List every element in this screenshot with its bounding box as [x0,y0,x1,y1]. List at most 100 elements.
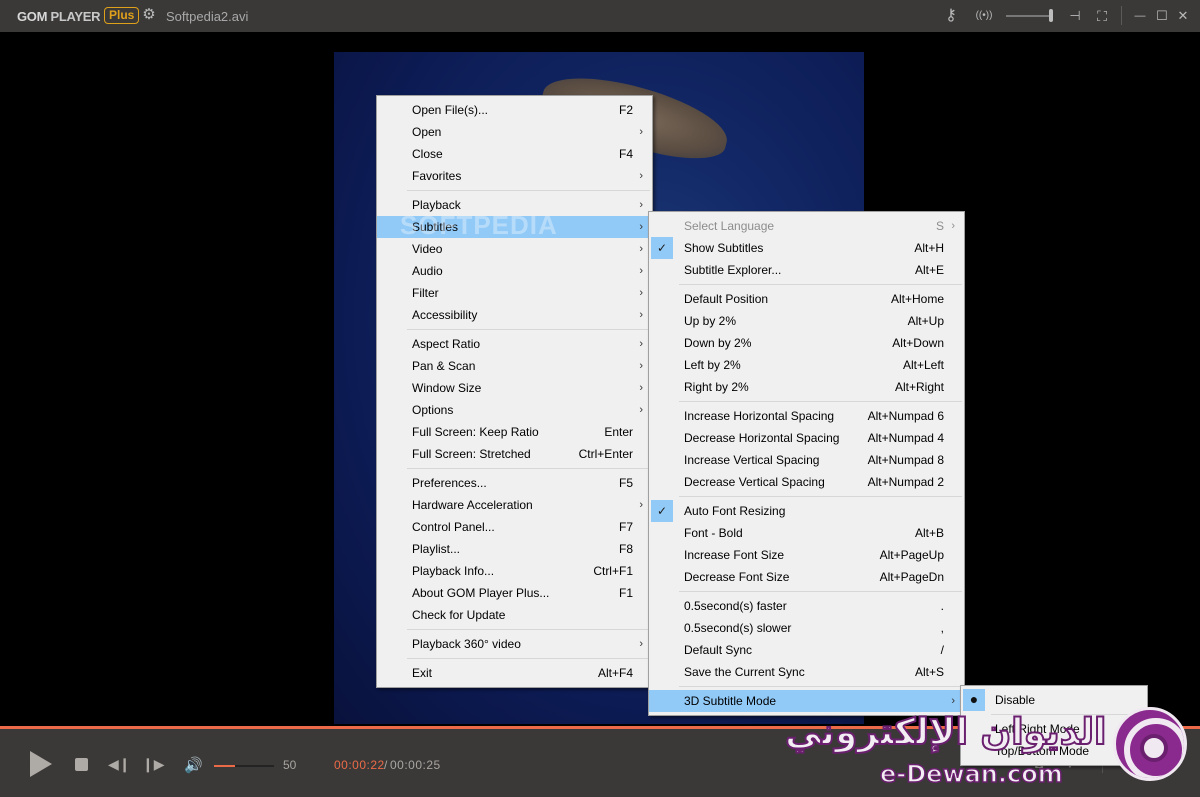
chevron-right-icon: › [639,243,643,255]
app-logo: GOM PLAYER [17,9,101,24]
menu-item-filter[interactable]: Filter › [377,282,652,304]
menu-item-shortcut: Alt+B [914,526,944,540]
file-name: Softpedia2.avi [166,9,249,24]
menu-item-3d-subtitle-mode[interactable]: 3D Subtitle Mode › [649,690,964,712]
chevron-right-icon: › [951,220,955,232]
next-icon[interactable]: ❙▶ [142,757,165,771]
opacity-slider-track[interactable] [1006,15,1052,17]
plus-badge: Plus [104,7,140,24]
minimize-icon[interactable]: — [1133,7,1147,25]
menu-item-shortcut: F1 [618,586,633,600]
menu-item-font-bold[interactable]: Font - Bold Alt+B [649,522,964,544]
menu-item-label: Aspect Ratio [412,337,481,351]
menu-item-shortcut: S [935,219,944,233]
menu-item-close[interactable]: Close F4 [377,143,652,165]
radio-dot-icon: ● [963,689,985,711]
chevron-right-icon: › [639,199,643,211]
menu-separator [649,398,964,405]
menu-item-hardware-acceleration[interactable]: Hardware Acceleration › [377,494,652,516]
context-menu-subtitles: Select Language S › ✓ Show Subtitles Alt+H Sub… [648,211,965,716]
menu-item-open-file-s[interactable]: Open File(s)... F2 [377,99,652,121]
menu-item-up-by-2[interactable]: Up by 2% Alt+Up [649,310,964,332]
menu-item-default-position[interactable]: Default Position Alt+Home [649,288,964,310]
volume-icon[interactable]: 🔊 [184,756,203,774]
menu-item-shortcut: Alt+Numpad 2 [867,475,944,489]
menu-item-label: Playback 360° video [412,637,521,651]
menu-item-show-subtitles[interactable]: ✓ Show Subtitles Alt+H [649,237,964,259]
maximize-icon[interactable]: ☐ [1155,7,1169,25]
menu-item-default-sync[interactable]: Default Sync / [649,639,964,661]
key-icon[interactable]: ⚷ [942,7,960,25]
menu-separator [649,683,964,690]
chevron-right-icon: › [639,382,643,394]
menu-item-shortcut: Alt+F4 [597,666,633,680]
menu-item-increase-horizontal-spacing[interactable]: Increase Horizontal Spacing Alt+Numpad 6 [649,405,964,427]
menu-item-label: 0.5second(s) faster [684,599,787,613]
menu-item-right-by-2[interactable]: Right by 2% Alt+Right [649,376,964,398]
menu-item-select-language[interactable]: Select Language S › [649,215,964,237]
menu-item-exit[interactable]: Exit Alt+F4 [377,662,652,684]
menu-item-options[interactable]: Options › [377,399,652,421]
time-total: 00:00:25 [390,758,441,772]
menu-item-shortcut: Alt+H [914,241,944,255]
menu-item-label: Pan & Scan [412,359,476,373]
menu-item-accessibility[interactable]: Accessibility › [377,304,652,326]
menu-item-label: Font - Bold [684,526,743,540]
context-menu-main: Open File(s)... F2 Open › Close F4 Favorites › P… [376,95,653,688]
menu-item-decrease-vertical-spacing[interactable]: Decrease Vertical Spacing Alt+Numpad 2 [649,471,964,493]
menu-item-control-panel[interactable]: Control Panel... F7 [377,516,652,538]
gear-icon[interactable]: ⚙ [141,6,157,24]
menu-item-favorites[interactable]: Favorites › [377,165,652,187]
menu-item-playback-info[interactable]: Playback Info... Ctrl+F1 [377,560,652,582]
edewan-arabic-logo-text: الديوان الإلكتروني [784,711,1107,754]
menu-item-preferences[interactable]: Preferences... F5 [377,472,652,494]
menu-item-full-screen-stretched[interactable]: Full Screen: Stretched Ctrl+Enter [377,443,652,465]
fullscreen-icon[interactable]: ⛶ [1094,7,1110,25]
stop-icon[interactable] [75,758,88,771]
menu-item-down-by-2[interactable]: Down by 2% Alt+Down [649,332,964,354]
menu-item-left-by-2[interactable]: Left by 2% Alt+Left [649,354,964,376]
menu-item-shortcut: F5 [618,476,633,490]
menu-item-increase-vertical-spacing[interactable]: Increase Vertical Spacing Alt+Numpad 8 [649,449,964,471]
menu-item-label: Open [412,125,442,139]
menu-item-0-5second-s-slower[interactable]: 0.5second(s) slower, [649,617,964,639]
menu-item-aspect-ratio[interactable]: Aspect Ratio › [377,333,652,355]
menu-item-video[interactable]: Video › [377,238,652,260]
menu-separator [377,465,652,472]
close-icon[interactable]: ✕ [1176,7,1190,25]
menu-item-open[interactable]: Open › [377,121,652,143]
menu-item-label: Check for Update [412,608,506,622]
menu-item-increase-font-size[interactable]: Increase Font Size Alt+PageUp [649,544,964,566]
volume-slider[interactable] [214,765,274,767]
play-icon[interactable] [30,751,52,777]
menu-item-audio[interactable]: Audio › [377,260,652,282]
menu-item-label: Decrease Horizontal Spacing [684,431,840,445]
chevron-right-icon: › [639,170,643,182]
menu-item-about-gom-player-plus[interactable]: About GOM Player Plus... F1 [377,582,652,604]
volume-slider-fill [214,765,235,767]
menu-item-check-for-update[interactable]: Check for Update [377,604,652,626]
opacity-slider-handle[interactable] [1049,9,1053,22]
menu-item-pan-scan[interactable]: Pan & Scan › [377,355,652,377]
menu-item-window-size[interactable]: Window Size › [377,377,652,399]
previous-icon[interactable]: ◀❙ [108,757,131,771]
menu-item-label: Decrease Font Size [684,570,790,584]
menu-item-save-the-current-sync[interactable]: Save the Current Sync Alt+S [649,661,964,683]
pin-icon[interactable]: ⊣ [1068,7,1082,25]
broadcast-icon[interactable]: ((•)) [972,7,996,25]
menu-item-playlist[interactable]: Playlist... F8 [377,538,652,560]
menu-item-label: Control Panel... [412,520,495,534]
menu-item-0-5second-s-faster[interactable]: 0.5second(s) faster. [649,595,964,617]
menu-item-label: Playback Info... [412,564,495,578]
menu-item-playback-360-video[interactable]: Playback 360° video › [377,633,652,655]
menu-item-shortcut: F4 [618,147,633,161]
menu-item-disable[interactable]: ● Disable [961,689,1147,711]
menu-item-decrease-font-size[interactable]: Decrease Font Size Alt+PageDn [649,566,964,588]
menu-item-subtitle-explorer[interactable]: Subtitle Explorer... Alt+E [649,259,964,281]
menu-item-decrease-horizontal-spacing[interactable]: Decrease Horizontal Spacing Alt+Numpad 4 [649,427,964,449]
checkmark-icon: ✓ [651,237,673,259]
menu-item-full-screen-keep-ratio[interactable]: Full Screen: Keep Ratio Enter [377,421,652,443]
menu-item-label: Save the Current Sync [684,665,805,679]
menu-item-auto-font-resizing[interactable]: ✓ Auto Font Resizing [649,500,964,522]
chevron-right-icon: › [639,338,643,350]
